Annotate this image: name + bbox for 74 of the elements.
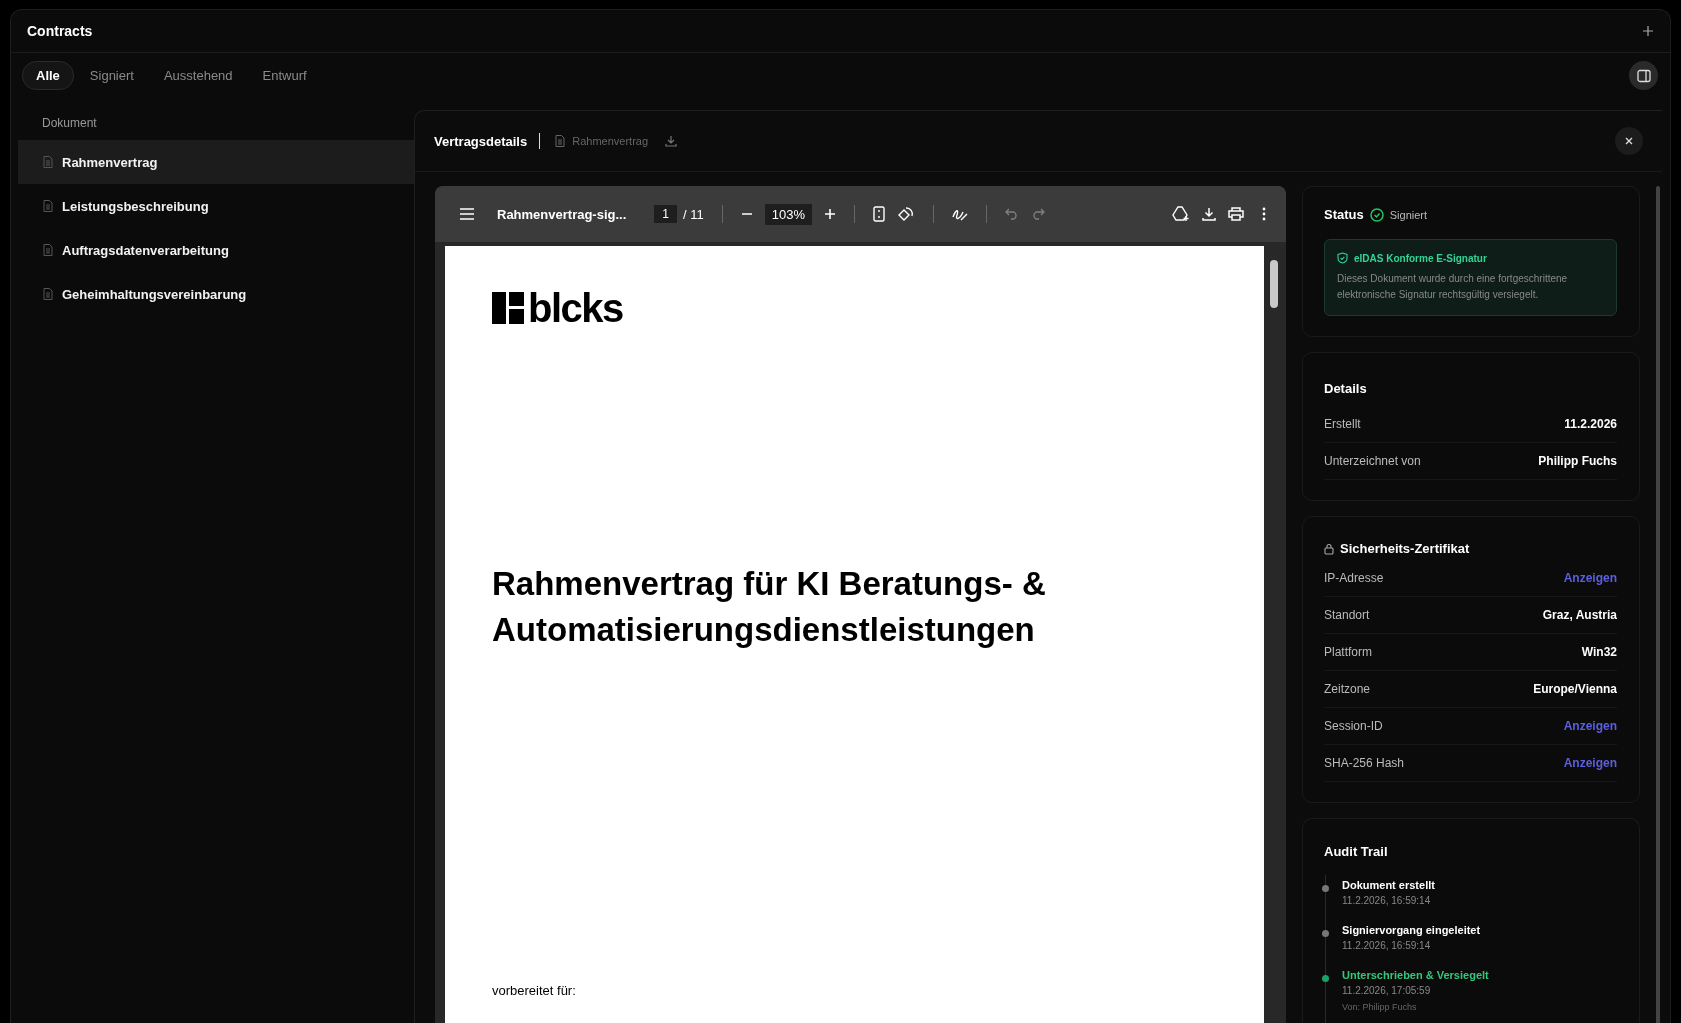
- show-link[interactable]: Anzeigen: [1563, 756, 1617, 770]
- page-input[interactable]: 1: [654, 205, 677, 223]
- document-icon: [43, 244, 53, 256]
- field-label: Unterzeichnet von: [1324, 454, 1421, 468]
- status-value: Signiert: [1389, 208, 1428, 221]
- timeline-dot: [1322, 930, 1329, 937]
- fit-page-icon[interactable]: [873, 206, 885, 222]
- card-heading: Status: [1324, 207, 1364, 222]
- filter-tab[interactable]: Ausstehend: [149, 61, 247, 90]
- panel-toggle-button[interactable]: [1629, 61, 1658, 90]
- document-row[interactable]: Geheimhaltungsvereinbarung: [18, 272, 414, 316]
- event-title: Unterschrieben & Versiegelt: [1342, 969, 1490, 981]
- app-title: Contracts: [27, 23, 93, 39]
- field-label: Zeitzone: [1324, 682, 1371, 696]
- field-label: SHA-256 Hash: [1324, 756, 1405, 770]
- logo-icon: [492, 292, 524, 324]
- event-title: Dokument erstellt: [1342, 879, 1436, 891]
- notice-text: Dieses Dokument wurde durch eine fortgeschrittene elektronische Signatur rechtsgültig versiegelt.: [1337, 272, 1569, 302]
- document-icon: [43, 200, 53, 212]
- zoom-field[interactable]: 103%: [764, 203, 812, 225]
- event-time: 11.2.2026, 16:59:14: [1342, 940, 1432, 951]
- column-header: Dokument: [41, 115, 98, 132]
- check-circle-icon: [1369, 207, 1384, 222]
- document-row[interactable]: Rahmenvertrag: [18, 140, 414, 184]
- document-text: vorbereitet für:: [492, 983, 577, 998]
- field-label: Erstellt: [1324, 417, 1361, 431]
- print-icon[interactable]: [1228, 207, 1244, 221]
- pdf-file-name: Rahmenvertrag-sig...: [497, 206, 627, 222]
- zoom-in-icon[interactable]: [824, 208, 836, 220]
- show-link[interactable]: Anzeigen: [1563, 719, 1617, 733]
- document-icon: [43, 156, 53, 168]
- panel-title: Vertragsdetails: [434, 133, 528, 149]
- filter-tab[interactable]: Signiert: [75, 61, 148, 90]
- filter-tab[interactable]: Alle: [22, 61, 74, 90]
- sidebar-panel-icon: [1635, 67, 1652, 84]
- document-icon: [43, 288, 53, 300]
- event-title: Signiervorgang eingeleitet: [1342, 924, 1482, 936]
- close-button[interactable]: [1615, 127, 1643, 155]
- field-label: Standort: [1324, 608, 1370, 622]
- timeline-dot: [1322, 975, 1329, 982]
- file-name: Rahmenvertrag: [572, 135, 649, 147]
- shield-icon: [1337, 252, 1348, 264]
- card-heading: Sicherheits-Zertifikat: [1340, 541, 1470, 556]
- field-value: Win32: [1581, 645, 1617, 659]
- lock-icon: [1324, 542, 1334, 555]
- field-label: Plattform: [1324, 645, 1372, 659]
- card-heading: Details: [1324, 380, 1368, 398]
- field-value: Graz, Austria: [1542, 608, 1617, 622]
- field-label: Session-ID: [1324, 719, 1383, 733]
- logo-text: blcks: [528, 291, 623, 325]
- show-link[interactable]: Anzeigen: [1563, 571, 1617, 585]
- scrollbar-thumb[interactable]: [1270, 260, 1278, 308]
- event-signer: Von: Philipp Fuchs: [1342, 1002, 1418, 1012]
- field-label: IP-Adresse: [1324, 571, 1384, 585]
- filter-tab[interactable]: Entwurf: [248, 61, 321, 90]
- field-value: Philipp Fuchs: [1538, 454, 1617, 468]
- timeline-dot: [1322, 885, 1329, 892]
- document-row[interactable]: Leistungsbeschreibung: [18, 184, 414, 228]
- field-value: Europe/Vienna: [1533, 682, 1617, 696]
- page-count: / 11: [683, 206, 704, 222]
- menu-icon[interactable]: [459, 207, 475, 221]
- more-icon[interactable]: [1262, 207, 1266, 221]
- document-icon: [555, 135, 566, 147]
- document-title: Rahmenvertrag für KI Beratungs- & Automatisierungsdienstleistungen: [492, 564, 1047, 650]
- plus-icon[interactable]: [1642, 25, 1654, 37]
- field-value: 11.2.2026: [1564, 417, 1617, 431]
- document-row[interactable]: Auftragsdatenverarbeitung: [18, 228, 414, 272]
- draw-icon[interactable]: [952, 207, 968, 221]
- notice-title: eIDAS Konforme E-Signatur: [1354, 252, 1487, 264]
- close-icon: [1624, 136, 1634, 146]
- rotate-icon[interactable]: [897, 206, 915, 222]
- event-time: 11.2.2026, 17:05:59: [1342, 985, 1432, 996]
- card-heading: Audit Trail: [1324, 843, 1389, 861]
- event-time: 11.2.2026, 16:59:14: [1342, 895, 1432, 906]
